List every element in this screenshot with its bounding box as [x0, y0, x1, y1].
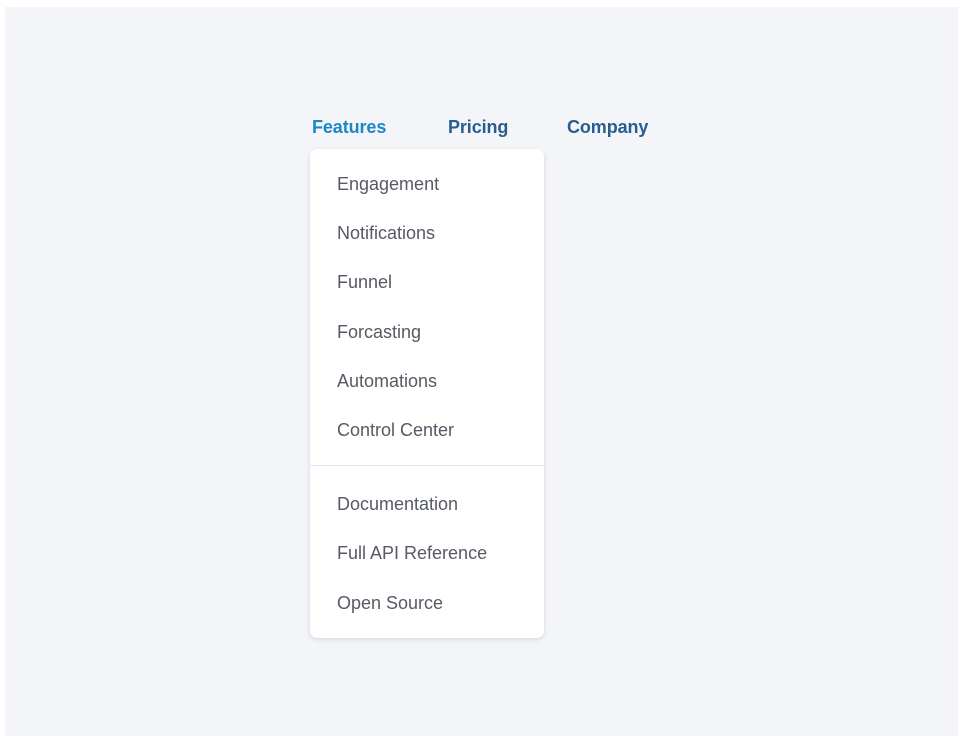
nav-item-company[interactable]: Company	[567, 114, 648, 140]
menu-item-documentation[interactable]: Documentation	[337, 491, 458, 517]
menu-item-forcasting[interactable]: Forcasting	[337, 319, 421, 345]
features-dropdown-menu: Engagement Notifications Funnel Forcasti…	[310, 149, 544, 638]
menu-item-funnel[interactable]: Funnel	[337, 269, 392, 295]
menu-item-full-api-reference[interactable]: Full API Reference	[337, 540, 487, 566]
nav-item-features[interactable]: Features	[312, 114, 386, 140]
menu-divider	[310, 465, 544, 466]
menu-item-control-center[interactable]: Control Center	[337, 417, 454, 443]
menu-item-automations[interactable]: Automations	[337, 368, 437, 394]
menu-item-open-source[interactable]: Open Source	[337, 590, 443, 616]
nav-item-pricing[interactable]: Pricing	[448, 114, 508, 140]
menu-item-notifications[interactable]: Notifications	[337, 220, 435, 246]
menu-item-engagement[interactable]: Engagement	[337, 171, 439, 197]
